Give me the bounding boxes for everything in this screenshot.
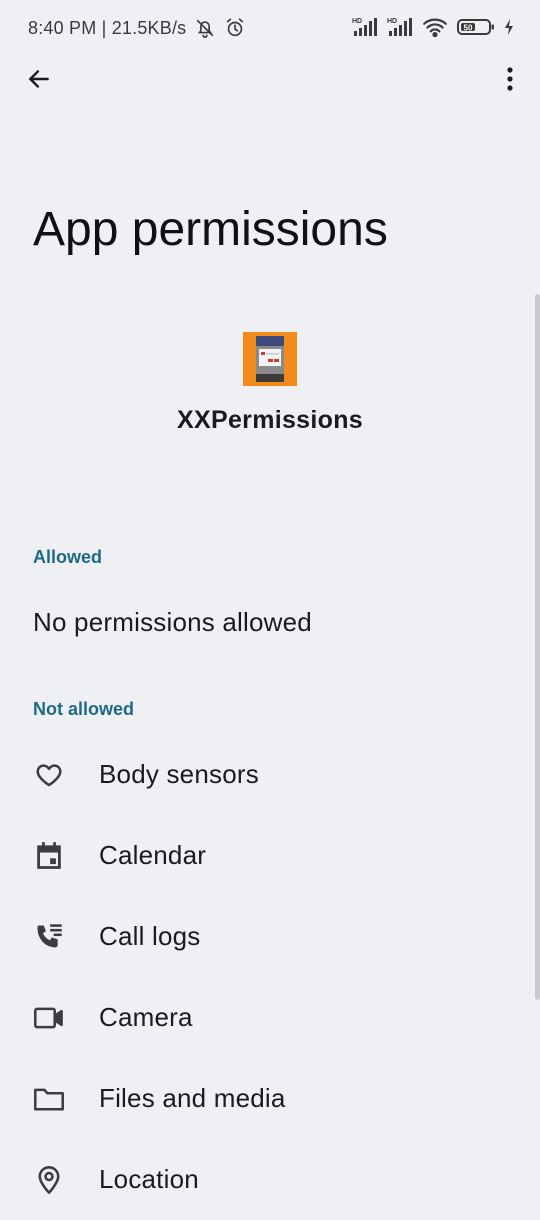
back-button[interactable] (20, 62, 58, 100)
permission-label: Camera (99, 1002, 193, 1032)
permission-item-location[interactable]: Location (0, 1139, 540, 1220)
permission-item-calendar[interactable]: Calendar (0, 815, 540, 896)
charging-icon (504, 18, 514, 41)
battery-icon: 50 (457, 17, 495, 42)
more-options-button[interactable] (494, 62, 526, 100)
alarm-icon (224, 17, 246, 39)
permission-label: Calendar (99, 840, 207, 870)
section-header-allowed: Allowed (33, 547, 103, 567)
status-bar: 8:40 PM | 21.5KB/s HD HD 50 (0, 0, 540, 58)
section-header-not-allowed: Not allowed (33, 699, 135, 719)
permission-item-body-sensors[interactable]: Body sensors (0, 734, 540, 815)
page-title: App permissions (33, 203, 388, 256)
app-icon (243, 332, 297, 386)
top-app-bar (0, 58, 540, 108)
calendar-icon (33, 840, 65, 872)
svg-text:HD: HD (352, 18, 362, 25)
scrollbar[interactable] (535, 294, 540, 1000)
permission-label: Files and media (99, 1083, 286, 1113)
mute-icon (194, 17, 216, 39)
status-right: HD HD 50 (352, 16, 514, 43)
permission-item-camera[interactable]: Camera (0, 977, 540, 1058)
permission-item-files-media[interactable]: Files and media (0, 1058, 540, 1139)
videocam-icon (33, 1002, 65, 1034)
svg-text:HD: HD (387, 18, 397, 25)
permission-item-call-logs[interactable]: Call logs (0, 896, 540, 977)
signal-hd-icon: HD (352, 16, 378, 43)
arrow-back-icon (26, 66, 52, 97)
heart-icon (33, 759, 65, 791)
allowed-empty-text: No permissions allowed (33, 607, 312, 637)
not-allowed-list: Body sensors Calendar Call logs Camera F… (0, 734, 540, 1220)
wifi-icon (422, 16, 448, 43)
more-vert-icon (506, 66, 514, 97)
permission-label: Location (99, 1164, 199, 1194)
permission-label: Body sensors (99, 759, 259, 789)
app-name: XXPermissions (177, 406, 363, 434)
permission-label: Call logs (99, 921, 201, 951)
status-left: 8:40 PM | 21.5KB/s (28, 17, 246, 39)
signal-hd-icon: HD (387, 16, 413, 43)
folder-icon (33, 1083, 65, 1115)
location-icon (33, 1164, 65, 1196)
call-log-icon (33, 921, 65, 953)
svg-text:50: 50 (464, 24, 473, 33)
status-time: 8:40 PM | 21.5KB/s (28, 17, 187, 38)
